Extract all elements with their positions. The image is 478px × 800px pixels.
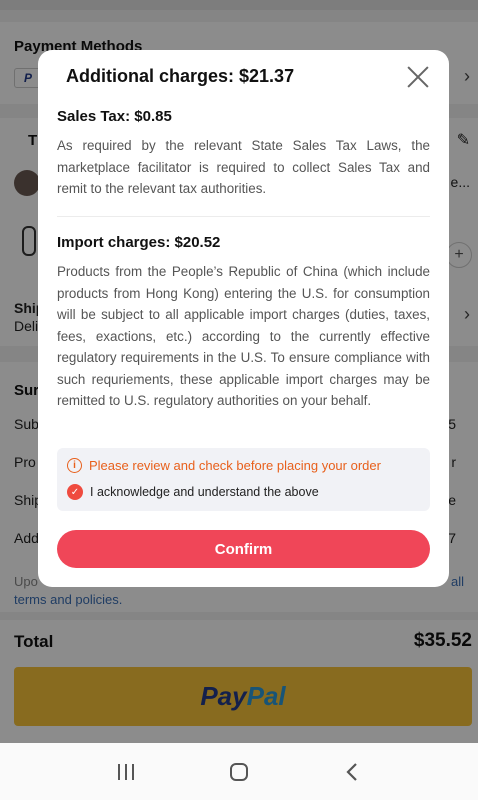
sales-tax-heading: Sales Tax: $0.85 xyxy=(57,108,172,125)
recent-apps-button[interactable] xyxy=(106,752,146,792)
close-icon[interactable] xyxy=(405,64,431,90)
acknowledge-checkbox-row[interactable]: ✓ I acknowledge and understand the above xyxy=(67,484,319,500)
confirm-button[interactable]: Confirm xyxy=(57,530,430,568)
additional-charges-dialog: Additional charges: $21.37 Sales Tax: $0… xyxy=(38,50,449,587)
info-icon: i xyxy=(67,458,82,473)
acknowledgement-notice: i Please review and check before placing… xyxy=(57,448,430,511)
import-charges-heading: Import charges: $20.52 xyxy=(57,234,221,251)
system-navigation-bar xyxy=(0,743,478,800)
import-charges-section: Import charges: $20.52 Products from the… xyxy=(57,234,430,412)
dialog-title: Additional charges: $21.37 xyxy=(66,66,295,86)
recent-apps-icon xyxy=(118,763,135,780)
checkbox-checked-icon[interactable]: ✓ xyxy=(67,484,83,500)
import-charges-description: Products from the People’s Republic of C… xyxy=(57,264,430,408)
warning-text: Please review and check before placing y… xyxy=(89,458,381,473)
section-divider xyxy=(57,216,430,217)
sales-tax-section: Sales Tax: $0.85 As required by the rele… xyxy=(57,108,430,200)
acknowledge-text[interactable]: I acknowledge and understand the above xyxy=(90,485,319,499)
warning-row: i Please review and check before placing… xyxy=(67,458,381,473)
home-button[interactable] xyxy=(219,752,259,792)
home-icon xyxy=(229,762,248,781)
back-button[interactable] xyxy=(332,752,372,792)
back-icon xyxy=(346,762,357,781)
sales-tax-description: As required by the relevant State Sales … xyxy=(57,138,430,196)
